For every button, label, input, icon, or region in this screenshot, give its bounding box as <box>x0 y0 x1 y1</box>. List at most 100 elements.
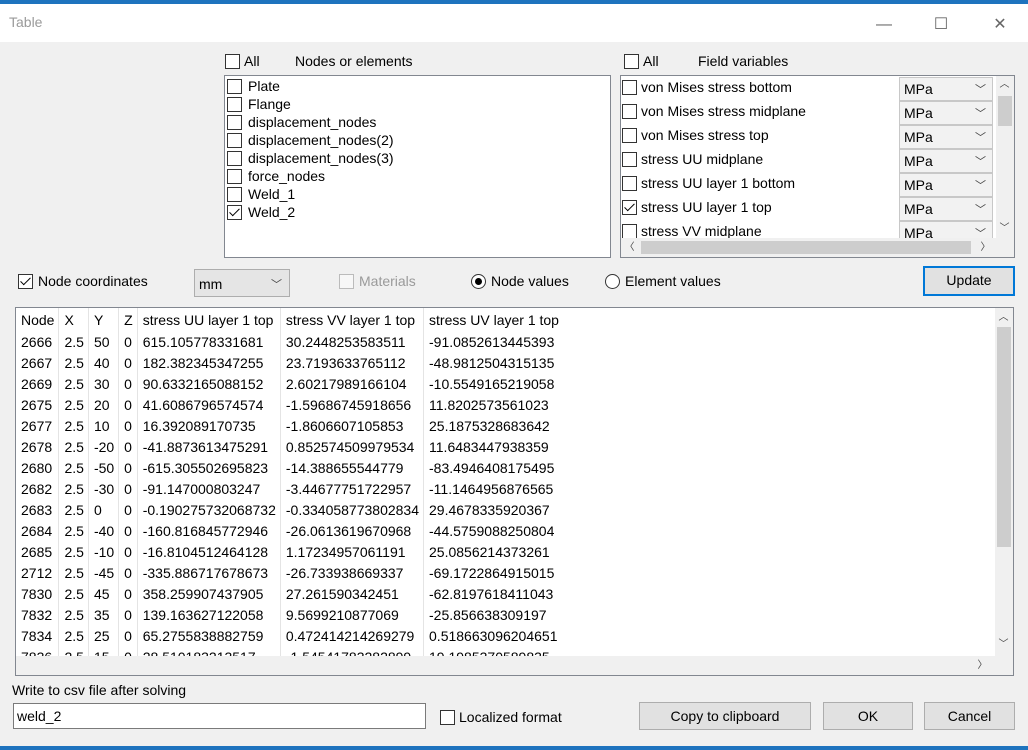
nodes-item-checkbox[interactable] <box>227 169 242 184</box>
scrollbar-thumb[interactable] <box>997 327 1011 547</box>
unit-select[interactable]: MPa ﹀ <box>899 173 993 197</box>
field-item-checkbox[interactable] <box>622 80 637 95</box>
update-button[interactable]: Update <box>923 266 1015 296</box>
chevron-right-icon[interactable]: 〉 <box>974 657 991 674</box>
column-header-stress-uu[interactable]: stress UU layer 1 top <box>137 308 281 331</box>
table-cell: 90.6332165088152 <box>137 373 281 394</box>
fields-horizontal-scrollbar[interactable]: 〈 〉 <box>621 238 996 257</box>
fields-list-item-von-mises-midplane[interactable]: von Mises stress midplane <box>621 100 899 124</box>
nodes-item-checkbox[interactable] <box>227 151 242 166</box>
table-cell: 2667 <box>16 352 60 373</box>
fields-vertical-scrollbar[interactable]: ︿ ﹀ <box>996 76 1014 238</box>
table-row[interactable]: 7834 2.5 25 0 65.2755838882759 0.472414214269… <box>16 625 563 646</box>
table-row[interactable]: 2675 2.5 20 0 41.6086796574574 -1.59686745918… <box>16 394 563 415</box>
close-button[interactable]: ✕ <box>977 8 1023 42</box>
field-item-label: stress UU layer 1 bottom <box>641 175 796 191</box>
nodes-item-checkbox[interactable] <box>227 187 242 202</box>
table-cell: 358.259907437905 <box>137 583 281 604</box>
unit-select[interactable]: MPa ﹀ <box>899 125 993 149</box>
table-horizontal-scrollbar[interactable]: 〉 <box>16 656 995 675</box>
table-cell: -91.147000803247 <box>137 478 281 499</box>
fields-list-item-stress-uu-layer1-bottom[interactable]: stress UU layer 1 bottom <box>621 172 899 196</box>
fields-list-item-von-mises-top[interactable]: von Mises stress top <box>621 124 899 148</box>
nodes-item-checkbox[interactable] <box>227 97 242 112</box>
table-cell: 2712 <box>16 562 60 583</box>
nodes-item-checkbox[interactable] <box>227 133 242 148</box>
chevron-down-icon[interactable]: ﹀ <box>995 636 1012 653</box>
field-item-checkbox[interactable] <box>622 224 637 239</box>
fields-list-item-stress-uu-layer1-top[interactable]: stress UU layer 1 top <box>621 196 899 220</box>
field-item-checkbox[interactable] <box>622 200 637 215</box>
table-cell: 0 <box>88 499 120 520</box>
chevron-left-icon[interactable]: 〈 <box>621 239 638 256</box>
field-item-checkbox[interactable] <box>622 104 637 119</box>
table-row[interactable]: 7832 2.5 35 0 139.163627122058 9.569921087706… <box>16 604 563 625</box>
column-header-stress-uv[interactable]: stress UV layer 1 top <box>424 308 563 331</box>
coord-unit-select[interactable]: mm ﹀ <box>194 269 290 297</box>
table-cell: 30 <box>88 373 120 394</box>
copy-to-clipboard-button[interactable]: Copy to clipboard <box>639 702 811 730</box>
ok-button[interactable]: OK <box>823 702 913 730</box>
table-row[interactable]: 2683 2.5 0 0 -0.190275732068732 -0.3340587738… <box>16 499 563 520</box>
table-vertical-scrollbar[interactable]: ︿ ﹀ <box>995 308 1013 656</box>
unit-select[interactable]: MPa ﹀ <box>899 101 993 125</box>
field-item-checkbox[interactable] <box>622 128 637 143</box>
table-cell: 45 <box>88 583 120 604</box>
table-row[interactable]: 2712 2.5 -45 0 -335.886717678673 -26.73393866… <box>16 562 563 583</box>
fields-list-item-stress-uu-midplane[interactable]: stress UU midplane <box>621 148 899 172</box>
results-table[interactable]: Node X Y Z stress UU layer 1 top stress … <box>15 307 1014 676</box>
chevron-down-icon: ﹀ <box>975 84 986 96</box>
field-item-checkbox[interactable] <box>622 176 637 191</box>
fields-all-checkbox[interactable] <box>624 54 639 69</box>
nodes-item-checkbox[interactable] <box>227 205 242 220</box>
table-row[interactable]: 2684 2.5 -40 0 -160.816845772946 -26.06136196… <box>16 520 563 541</box>
fields-list[interactable]: von Mises stress bottom MPa ﹀ von Mises s… <box>620 75 1015 258</box>
table-row[interactable]: 2678 2.5 -20 0 -41.8873613475291 0.8525745099… <box>16 436 563 457</box>
node-values-radio[interactable] <box>471 274 486 289</box>
table-row[interactable]: 2669 2.5 30 0 90.6332165088152 2.602179891661… <box>16 373 563 394</box>
table-row[interactable]: 2682 2.5 -30 0 -91.147000803247 -3.4467775172… <box>16 478 563 499</box>
column-header-y[interactable]: Y <box>88 308 120 331</box>
nodes-list[interactable]: Plate Flange displacement_nodes displace… <box>224 75 611 258</box>
fields-header: Field variables <box>698 53 789 69</box>
nodes-item-checkbox[interactable] <box>227 79 242 94</box>
chevron-up-icon[interactable]: ︿ <box>996 76 1013 93</box>
scrollbar-thumb[interactable] <box>641 241 971 254</box>
localized-format-checkbox[interactable] <box>440 710 455 725</box>
table-cell: -48.9812504315135 <box>429 354 555 371</box>
element-values-radio[interactable] <box>605 274 620 289</box>
fields-list-item-von-mises-bottom[interactable]: von Mises stress bottom <box>621 76 899 100</box>
nodes-item-checkbox[interactable] <box>227 115 242 130</box>
unit-select[interactable]: MPa ﹀ <box>899 149 993 173</box>
minimize-button[interactable]: — <box>861 8 907 42</box>
csv-filename-input[interactable]: weld_2 <box>13 703 426 729</box>
table-row[interactable]: 7830 2.5 45 0 358.259907437905 27.26159034245… <box>16 583 563 604</box>
chevron-down-icon[interactable]: ﹀ <box>996 220 1013 237</box>
node-coordinates-label: Node coordinates <box>38 273 148 289</box>
unit-select[interactable]: MPa ﹀ <box>899 77 993 101</box>
cancel-button[interactable]: Cancel <box>924 702 1015 730</box>
field-item-checkbox[interactable] <box>622 152 637 167</box>
column-header-stress-vv[interactable]: stress VV layer 1 top <box>280 308 425 331</box>
field-item-label: stress UU midplane <box>641 151 764 167</box>
table-cell: 139.163627122058 <box>137 604 281 625</box>
chevron-right-icon[interactable]: 〉 <box>977 239 994 256</box>
unit-select[interactable]: MPa ﹀ <box>899 197 993 221</box>
window-title: Table <box>9 14 43 30</box>
chevron-up-icon[interactable]: ︿ <box>995 309 1012 326</box>
materials-checkbox[interactable] <box>339 274 354 289</box>
table-row[interactable]: 2666 2.5 50 0 615.105778331681 30.24482535835… <box>16 331 563 352</box>
maximize-button[interactable]: ☐ <box>918 8 964 42</box>
scrollbar-thumb[interactable] <box>998 96 1012 126</box>
table-cell: 2678 <box>16 436 60 457</box>
nodes-all-checkbox[interactable] <box>225 54 240 69</box>
table-row[interactable]: 2685 2.5 -10 0 -16.8104512464128 1.1723495706… <box>16 541 563 562</box>
unit-select-value: MPa <box>904 153 933 169</box>
table-row[interactable]: 2677 2.5 10 0 16.392089170735 -1.860660710585… <box>16 415 563 436</box>
column-header-z[interactable]: Z <box>118 308 138 331</box>
column-header-node[interactable]: Node <box>16 308 60 331</box>
node-coordinates-checkbox[interactable] <box>18 274 33 289</box>
table-row[interactable]: 2667 2.5 40 0 182.382345347255 23.71936337651… <box>16 352 563 373</box>
column-header-x[interactable]: X <box>58 308 89 331</box>
table-row[interactable]: 2680 2.5 -50 0 -615.305502695823 -14.38865554… <box>16 457 563 478</box>
